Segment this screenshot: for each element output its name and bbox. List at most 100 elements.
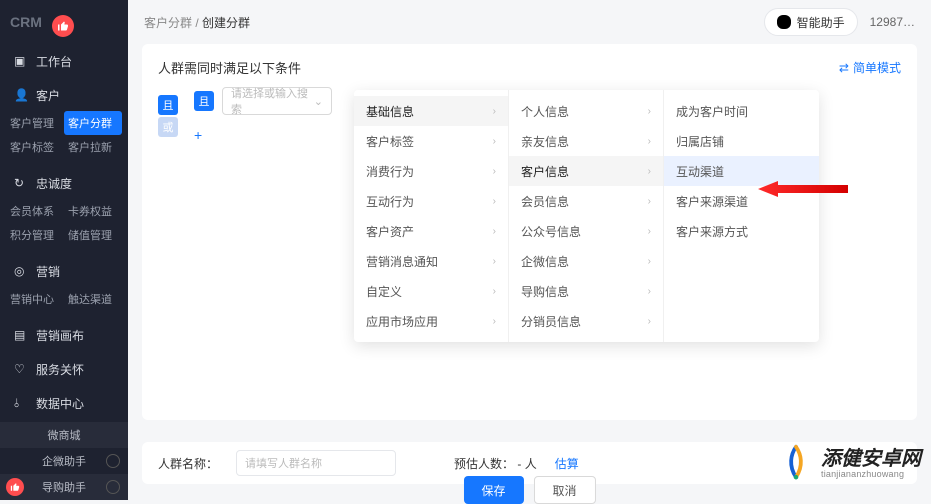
nav-child-3-1[interactable]: 触达渠道 [64,287,122,311]
chevron-right-icon: › [493,166,496,177]
assistant-icon [777,15,791,29]
dcol1-item-5[interactable]: 营销消息通知› [354,246,508,276]
estimate-label: 预估人数： - 人 [454,455,537,472]
bottom-item-2[interactable]: 导购助手 [0,474,128,500]
chevron-right-icon: › [648,196,651,207]
chevron-right-icon: › [493,196,496,207]
breadcrumb-parent[interactable]: 客户分群 [144,16,192,30]
nav-parent-4[interactable]: ▤营销画布 [0,321,128,349]
nav-parent-5[interactable]: ♡服务关怀 [0,355,128,383]
dropdown-col-1: 基础信息›客户标签›消费行为›互动行为›客户资产›营销消息通知›自定义›应用市场… [354,90,509,342]
dcol2-item-2[interactable]: 客户信息› [509,156,663,186]
breadcrumb: 客户分群 / 创建分群 [144,14,250,31]
nav-child-1-0[interactable]: 客户管理 [6,111,64,135]
watermark: 添健安卓网 tianjiananzhuowang [777,443,921,484]
nav-child-1-3[interactable]: 客户拉新 [64,135,122,159]
dropdown-col-2: 个人信息›亲友信息›客户信息›会员信息›公众号信息›企微信息›导购信息›分销员信… [509,90,664,342]
cascade-dropdown: 基础信息›客户标签›消费行为›互动行为›客户资产›营销消息通知›自定义›应用市场… [354,90,819,342]
annotation-arrow [758,178,848,203]
brand-text: CRM [10,14,42,30]
chevron-right-icon: › [648,136,651,147]
card-header: 人群需同时满足以下条件 ⇄ 简单模式 [158,58,901,77]
nav-child-2-3[interactable]: 储值管理 [64,223,122,247]
dcol1-item-2[interactable]: 消费行为› [354,156,508,186]
dcol1-item-6[interactable]: 自定义› [354,276,508,306]
nav-parent-6[interactable]: ⫰数据中心 [0,389,128,417]
bottom-item-1[interactable]: 企微助手 [0,448,128,474]
nav-parent-2[interactable]: ↻忠诚度 [0,169,128,197]
chevron-right-icon: › [493,106,496,117]
nav-child-1-1[interactable]: 客户分群 [64,111,122,135]
nav-child-2-2[interactable]: 积分管理 [6,223,64,247]
chart-icon: ⫰ [14,396,28,411]
dcol2-item-3[interactable]: 会员信息› [509,186,663,216]
dropdown-col-3: 成为客户时间归属店铺互动渠道客户来源渠道客户来源方式 [664,90,819,342]
chevron-right-icon: › [493,286,496,297]
estimate-button[interactable]: 估算 [555,455,579,472]
canvas-icon: ▤ [14,328,28,342]
condition-select[interactable]: 请选择或输入搜索 ⌄ [222,87,332,115]
dcol1-item-4[interactable]: 客户资产› [354,216,508,246]
dcol1-item-7[interactable]: 应用市场应用› [354,306,508,336]
chevron-right-icon: › [648,256,651,267]
heart-icon: ♡ [14,362,28,376]
chevron-right-icon: › [493,226,496,237]
nav-parent-1[interactable]: 👤客户 [0,81,128,109]
or-tag[interactable]: 或 [158,117,178,137]
thumbs-up-icon [6,478,24,496]
dcol3-item-1[interactable]: 归属店铺 [664,126,819,156]
circle-icon [106,454,120,468]
dcol1-item-3[interactable]: 互动行为› [354,186,508,216]
dcol3-item-4[interactable]: 客户来源方式 [664,216,819,246]
brand: CRM [0,0,128,44]
logic-strip: 且 或 [158,95,174,135]
chevron-right-icon: › [493,136,496,147]
watermark-logo-icon [777,443,815,484]
watermark-py: tianjiananzhuowang [821,470,921,480]
top-right: 智能助手 12987… [764,8,915,36]
name-label: 人群名称： [158,455,218,472]
dcol3-item-0[interactable]: 成为客户时间 [664,96,819,126]
account-id[interactable]: 12987… [870,15,915,29]
topbar: 客户分群 / 创建分群 智能助手 12987… [128,0,931,44]
dcol2-item-4[interactable]: 公众号信息› [509,216,663,246]
nav-child-2-1[interactable]: 卡券权益 [64,199,122,223]
swap-icon: ⇄ [839,61,849,75]
dcol1-item-0[interactable]: 基础信息› [354,96,508,126]
nav-child-2-0[interactable]: 会员体系 [6,199,64,223]
chevron-down-icon: ⌄ [314,95,323,108]
group-name-input[interactable]: 请填写人群名称 [236,450,396,476]
dcol2-item-0[interactable]: 个人信息› [509,96,663,126]
chevron-right-icon: › [648,286,651,297]
chevron-right-icon: › [493,316,496,327]
nav-child-3-0[interactable]: 营销中心 [6,287,64,311]
chevron-right-icon: › [648,226,651,237]
dcol2-item-7[interactable]: 分销员信息› [509,306,663,336]
dcol2-item-6[interactable]: 导购信息› [509,276,663,306]
breadcrumb-current: 创建分群 [202,16,250,30]
assistant-button[interactable]: 智能助手 [764,8,858,36]
main: 客户分群 / 创建分群 智能助手 12987… 人群需同时满足以下条件 ⇄ 简单… [128,0,931,500]
nav-child-1-2[interactable]: 客户标签 [6,135,64,159]
user-icon: 👤 [14,88,28,102]
chevron-right-icon: › [648,316,651,327]
nav-parent-3[interactable]: ◎营销 [0,257,128,285]
nav-parent-0[interactable]: ▣工作台 [0,47,128,75]
circle-icon [106,480,120,494]
chevron-right-icon: › [493,256,496,267]
dcol2-item-5[interactable]: 企微信息› [509,246,663,276]
thumbs-up-icon [52,15,74,37]
target-icon: ◎ [14,264,28,278]
card-title: 人群需同时满足以下条件 [158,58,301,77]
dashboard-icon: ▣ [14,54,28,68]
chevron-right-icon: › [648,106,651,117]
dcol1-item-1[interactable]: 客户标签› [354,126,508,156]
bottom-item-0[interactable]: 微商城 [0,422,128,448]
and-tag-inner[interactable]: 且 [194,91,214,111]
and-tag[interactable]: 且 [158,95,178,115]
watermark-cn: 添健安卓网 [821,448,921,470]
refresh-icon: ↻ [14,176,28,190]
dcol2-item-1[interactable]: 亲友信息› [509,126,663,156]
simple-mode-link[interactable]: ⇄ 简单模式 [839,59,901,76]
chevron-right-icon: › [648,166,651,177]
